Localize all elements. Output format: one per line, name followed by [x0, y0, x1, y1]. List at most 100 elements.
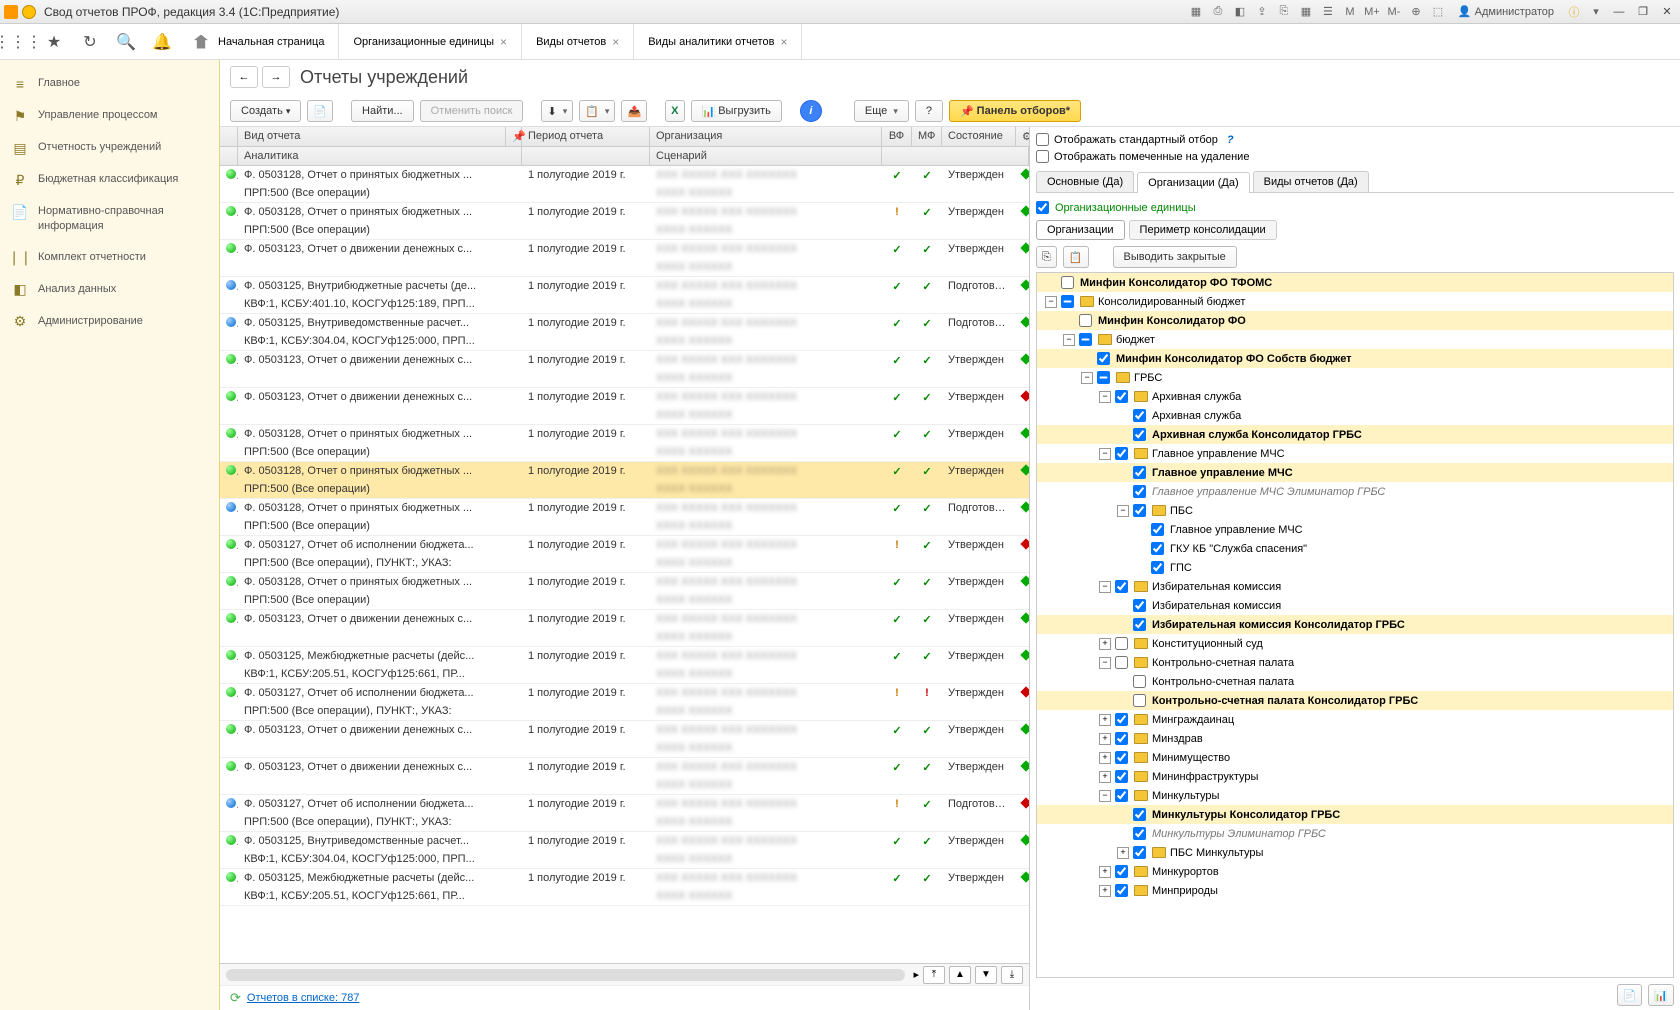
col-period[interactable]: Период отчета: [522, 127, 650, 146]
tree-expander-icon[interactable]: +: [1099, 638, 1111, 650]
tree-node[interactable]: Минфин Консолидатор ФО ТФОМС: [1037, 273, 1673, 292]
tree-expander-icon[interactable]: +: [1099, 752, 1111, 764]
tree-checkbox[interactable]: [1133, 808, 1146, 821]
tree-checkbox[interactable]: [1151, 542, 1164, 555]
tree-node[interactable]: ГПС: [1037, 558, 1673, 577]
tree-checkbox[interactable]: [1115, 865, 1128, 878]
table-row[interactable]: Ф. 0503127, Отчет об исполнении бюджета.…: [220, 536, 1029, 573]
tree-node[interactable]: −ГРБС: [1037, 368, 1673, 387]
col-report[interactable]: Вид отчета: [238, 127, 506, 146]
col-settings-icon[interactable]: ⚙: [1016, 127, 1030, 146]
tree-node[interactable]: Главное управление МЧС Элиминатор ГРБС: [1037, 482, 1673, 501]
find-button[interactable]: Найти...: [351, 100, 414, 122]
close-icon[interactable]: ×: [780, 35, 787, 49]
tab-report-types[interactable]: Виды отчетов×: [522, 24, 634, 59]
search-icon[interactable]: 🔍: [108, 24, 144, 59]
tree-node[interactable]: Архивная служба: [1037, 406, 1673, 425]
tree-checkbox[interactable]: [1133, 485, 1146, 498]
tree-checkbox[interactable]: [1115, 656, 1128, 669]
tree-checkbox[interactable]: [1115, 770, 1128, 783]
tree-checkbox[interactable]: [1133, 618, 1146, 631]
tree-checkbox[interactable]: [1133, 694, 1146, 707]
sidebar-item[interactable]: ⚑Управление процессом: [0, 100, 219, 132]
page-first-button[interactable]: ⤒: [923, 966, 945, 984]
tree-node[interactable]: +Минздрав: [1037, 729, 1673, 748]
m-icon[interactable]: M: [1342, 4, 1358, 20]
col-scenario[interactable]: Сценарий: [650, 147, 882, 165]
tree-checkbox[interactable]: [1115, 447, 1128, 460]
show-deleted-checkbox[interactable]: Отображать помеченные на удаление: [1036, 150, 1674, 163]
tree-node[interactable]: +Конституционный суд: [1037, 634, 1673, 653]
subtab-perimeter[interactable]: Периметр консолидации: [1129, 220, 1277, 240]
show-standard-filter-checkbox[interactable]: Отображать стандартный отбор?: [1036, 133, 1674, 146]
tree-expander-icon[interactable]: −: [1099, 657, 1111, 669]
col-org[interactable]: Организация: [650, 127, 882, 146]
table-row[interactable]: Ф. 0503128, Отчет о принятых бюджетных .…: [220, 203, 1029, 240]
tree-node[interactable]: ГКУ КБ "Служба спасения": [1037, 539, 1673, 558]
tree-node[interactable]: +Минимущество: [1037, 748, 1673, 767]
table-row[interactable]: Ф. 0503127, Отчет об исполнении бюджета.…: [220, 684, 1029, 721]
col-pin-icon[interactable]: 📌: [506, 127, 522, 146]
tree-node[interactable]: −ПБС: [1037, 501, 1673, 520]
tree-node[interactable]: Минкультуры Консолидатор ГРБС: [1037, 805, 1673, 824]
tree-node[interactable]: −Избирательная комиссия: [1037, 577, 1673, 596]
col-state[interactable]: Состояние: [942, 127, 1016, 146]
table-row[interactable]: Ф. 0503123, Отчет о движении денежных с.…: [220, 721, 1029, 758]
help-button[interactable]: ?: [915, 100, 943, 122]
tree-checkbox[interactable]: [1115, 713, 1128, 726]
table-row[interactable]: Ф. 0503123, Отчет о движении денежных с.…: [220, 240, 1029, 277]
export-button[interactable]: 📊 Выгрузить: [691, 100, 782, 122]
apps-icon[interactable]: ⋮⋮⋮: [0, 24, 36, 59]
tool-icon[interactable]: ⬚: [1430, 4, 1446, 20]
tree-checkbox[interactable]: [1133, 827, 1146, 840]
tree-checkbox[interactable]: [1133, 428, 1146, 441]
tree-expander-icon[interactable]: +: [1099, 714, 1111, 726]
help-icon[interactable]: ?: [1227, 134, 1234, 146]
page-down-button[interactable]: ▼: [975, 966, 997, 984]
tree-node[interactable]: −Контрольно-счетная палата: [1037, 653, 1673, 672]
tree-expander-icon[interactable]: −: [1099, 790, 1111, 802]
tool-icon[interactable]: ⇪: [1254, 4, 1270, 20]
tree-node[interactable]: −Минкультуры: [1037, 786, 1673, 805]
tree-checkbox[interactable]: [1115, 751, 1128, 764]
filter-tab-org[interactable]: Организации (Да): [1137, 172, 1249, 193]
table-row[interactable]: Ф. 0503128, Отчет о принятых бюджетных .…: [220, 166, 1029, 203]
tab-analytics-types[interactable]: Виды аналитики отчетов×: [634, 24, 802, 59]
nav-back-button[interactable]: ←: [230, 66, 258, 88]
tab-home[interactable]: Начальная страница: [180, 24, 339, 59]
tree-node[interactable]: Минфин Консолидатор ФО Собств бюджет: [1037, 349, 1673, 368]
print-icon[interactable]: ⎙: [1210, 4, 1226, 20]
filters-panel-button[interactable]: 📌 Панель отборов*: [949, 100, 1081, 122]
tree-checkbox[interactable]: [1079, 333, 1092, 346]
current-user[interactable]: 👤 Администратор: [1458, 5, 1554, 18]
tree-node[interactable]: Главное управление МЧС: [1037, 463, 1673, 482]
tree-node[interactable]: −Архивная служба: [1037, 387, 1673, 406]
table-row[interactable]: Ф. 0503128, Отчет о принятых бюджетных .…: [220, 573, 1029, 610]
tree-checkbox[interactable]: [1151, 561, 1164, 574]
sidebar-item[interactable]: 📄Нормативно-справочная информация: [0, 196, 219, 242]
panel-tool-2[interactable]: 📊: [1648, 984, 1674, 1006]
tree-node[interactable]: +Минприроды: [1037, 881, 1673, 900]
tree-node[interactable]: +ПБС Минкультуры: [1037, 843, 1673, 862]
tree-expander-icon[interactable]: +: [1099, 733, 1111, 745]
star-icon[interactable]: ★: [36, 24, 72, 59]
tree-checkbox[interactable]: [1061, 276, 1074, 289]
tree-expander-icon[interactable]: −: [1063, 334, 1075, 346]
tree-expander-icon[interactable]: −: [1117, 505, 1129, 517]
tree-node[interactable]: Контрольно-счетная палата: [1037, 672, 1673, 691]
tree-node[interactable]: +Минграждаинац: [1037, 710, 1673, 729]
close-icon[interactable]: ×: [612, 35, 619, 49]
tree-tool-1[interactable]: ⎘: [1036, 246, 1057, 268]
dropdown-icon[interactable]: ▾: [1588, 4, 1604, 20]
table-row[interactable]: Ф. 0503127, Отчет об исполнении бюджета.…: [220, 795, 1029, 832]
tool-icon[interactable]: ⎘: [1276, 4, 1292, 20]
excel-button[interactable]: X: [665, 100, 684, 122]
tree-checkbox[interactable]: [1133, 675, 1146, 688]
tree-expander-icon[interactable]: −: [1099, 448, 1111, 460]
tree-checkbox[interactable]: [1079, 314, 1092, 327]
nav-forward-button[interactable]: →: [262, 66, 290, 88]
sidebar-item[interactable]: ▤Отчетность учреждений: [0, 132, 219, 164]
filter-tab-reports[interactable]: Виды отчетов (Да): [1253, 171, 1369, 192]
action-button-3[interactable]: 📤: [621, 100, 647, 122]
tree-checkbox[interactable]: [1133, 466, 1146, 479]
